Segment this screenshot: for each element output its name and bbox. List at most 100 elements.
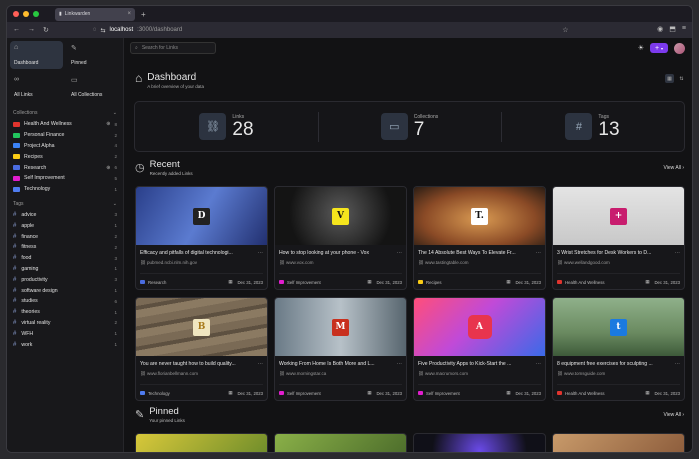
search-input[interactable]: ⌕ Search for Links (130, 42, 216, 54)
more-options-icon[interactable]: ··· (258, 250, 263, 256)
sidebar-collection-item[interactable]: Recipes 2 (7, 151, 123, 162)
link-collection[interactable]: Technology (140, 391, 170, 396)
sidebar-tag-item[interactable]: # theories 1 (7, 307, 123, 318)
recent-view-all-link[interactable]: View All › (664, 165, 684, 171)
link-thumbnail[interactable]: A (414, 298, 545, 356)
link-card[interactable]: M Working From Home Is Both More and L...… (274, 297, 407, 401)
link-title[interactable]: Efficacy and pitfalls of digital technol… (140, 250, 255, 256)
folder-icon: ▭ (71, 77, 78, 84)
new-tab-icon[interactable]: + (141, 10, 146, 19)
more-options-icon[interactable]: ··· (675, 361, 680, 367)
more-options-icon[interactable]: ··· (397, 250, 402, 256)
sidebar-tag-item[interactable]: # fitness 2 (7, 242, 123, 253)
extensions-icon[interactable]: ⬒ (669, 25, 676, 33)
link-title-row: The 14 Absolute Best Ways To Elevate Fr.… (414, 250, 545, 256)
menu-icon[interactable]: ≡ (682, 25, 686, 33)
sidebar-collection-item[interactable]: Technology 1 (7, 184, 123, 195)
sidebar-tag-item[interactable]: # virtual reality 2 (7, 318, 123, 329)
link-thumbnail[interactable]: M (275, 298, 406, 356)
link-thumbnail[interactable]: T. (414, 187, 545, 245)
link-collection[interactable]: Health And Wellness (557, 280, 605, 285)
link-collection[interactable]: Health And Wellness (557, 391, 605, 396)
link-thumbnail[interactable]: B (136, 298, 267, 356)
sidebar-collection-item[interactable]: Project Alpha 4 (7, 141, 123, 152)
more-options-icon[interactable]: ··· (675, 250, 680, 256)
sidebar-tag-item[interactable]: # WFH 1 (7, 328, 123, 339)
back-icon[interactable]: ← (13, 26, 20, 34)
more-options-icon[interactable]: ··· (536, 361, 541, 367)
quick-nav-pinned[interactable]: ✎ Pinned (67, 41, 120, 69)
pinned-link-card[interactable] (413, 433, 546, 452)
minimize-window-button[interactable] (23, 11, 29, 17)
link-card[interactable]: t 8 equipment free exercises for sculptin… (552, 297, 685, 401)
more-options-icon[interactable]: ··· (397, 361, 402, 367)
pinned-link-card[interactable] (552, 433, 685, 452)
sidebar-collection-item[interactable]: Self Improvement 5 (7, 173, 123, 184)
sidebar-tag-item[interactable]: # software design 1 (7, 285, 123, 296)
close-tab-icon[interactable]: × (127, 11, 131, 17)
link-thumbnail[interactable]: + (553, 187, 684, 245)
link-collection[interactable]: Self Improvement (279, 280, 321, 285)
link-title[interactable]: 8 equipment free exercises for sculpting… (557, 361, 672, 367)
pinned-link-card[interactable] (135, 433, 268, 452)
link-title[interactable]: Working From Home Is Both More and L... (279, 361, 394, 367)
search-placeholder: Search for Links (141, 45, 178, 51)
link-collection[interactable]: Research (140, 280, 166, 285)
close-window-button[interactable] (13, 11, 19, 17)
link-thumbnail[interactable]: t (553, 298, 684, 356)
link-footer: Recipes ▦ Dec 31, 2023 (418, 273, 541, 285)
sidebar-collection-item[interactable]: Health And Wellness ⊕ 8 (7, 119, 123, 130)
address-field[interactable]: ◌ ⇆ localhost:3000/dashboard (93, 27, 182, 34)
pinned-link-card[interactable] (274, 433, 407, 452)
link-card[interactable]: A Five Productivity Apps to Kick-Start th… (413, 297, 546, 401)
forward-icon[interactable]: → (28, 26, 35, 34)
sidebar-collection-item[interactable]: Personal Finance 2 (7, 130, 123, 141)
quick-nav-all-links[interactable]: ∞ All Links (10, 73, 63, 101)
link-card[interactable]: D Efficacy and pitfalls of digital techno… (135, 186, 268, 290)
sidebar-tag-item[interactable]: # finance 2 (7, 231, 123, 242)
maximize-window-button[interactable] (33, 11, 39, 17)
add-link-button[interactable]: + ▾ (650, 43, 668, 53)
sidebar-tag-item[interactable]: # food 3 (7, 253, 123, 264)
link-thumbnail[interactable]: V (275, 187, 406, 245)
sidebar-tag-item[interactable]: # productivity 3 (7, 274, 123, 285)
link-collection[interactable]: Self Improvement (279, 391, 321, 396)
pin-icon: ✎ (71, 45, 77, 52)
list-view-icon[interactable]: ⇅ (677, 74, 686, 83)
bookmark-star-icon[interactable]: ☆ (562, 26, 568, 34)
link-card[interactable]: V How to stop looking at your phone - Vox… (274, 186, 407, 290)
grid-view-icon[interactable]: ▦ (665, 74, 674, 83)
link-title[interactable]: The 14 Absolute Best Ways To Elevate Fr.… (418, 250, 533, 256)
link-title[interactable]: You are never taught how to build qualit… (140, 361, 255, 367)
quick-nav-dashboard[interactable]: ⌂ Dashboard (10, 41, 63, 69)
more-options-icon[interactable]: ··· (536, 250, 541, 256)
date-text: Dec 31, 2023 (376, 390, 402, 396)
avatar[interactable] (674, 42, 685, 54)
link-title[interactable]: Five Productivity Apps to Kick-Start the… (418, 361, 533, 367)
sidebar-collection-item[interactable]: Research ⊕ 6 (7, 162, 123, 173)
tags-section-header[interactable]: Tags ⌄ (7, 201, 123, 207)
sidebar-tag-item[interactable]: # apple 1 (7, 220, 123, 231)
sidebar-tag-item[interactable]: # studies 6 (7, 296, 123, 307)
browser-tab[interactable]: ▮ Linkwarden × (55, 7, 135, 21)
sidebar-tag-item[interactable]: # work 1 (7, 339, 123, 350)
stat-value: 13 (598, 119, 620, 140)
link-card[interactable]: B You are never taught how to build quali… (135, 297, 268, 401)
sidebar-tag-item[interactable]: # gaming 1 (7, 264, 123, 275)
link-title[interactable]: How to stop looking at your phone - Vox (279, 250, 394, 256)
quick-nav-all-collections[interactable]: ▭ All Collections (67, 73, 120, 101)
shield-extension-icon[interactable]: ◉ (657, 25, 663, 33)
link-title[interactable]: 3 Wrist Stretches for Desk Workers to D.… (557, 250, 672, 256)
theme-toggle-icon[interactable]: ☀ (638, 44, 644, 52)
link-card[interactable]: +3 Wrist Stretches for Desk Workers to D… (552, 186, 685, 290)
link-thumbnail[interactable]: D (136, 187, 267, 245)
more-options-icon[interactable]: ··· (258, 361, 263, 367)
hash-icon: # (13, 287, 17, 294)
link-card[interactable]: T. The 14 Absolute Best Ways To Elevate F… (413, 186, 546, 290)
collections-section-header[interactable]: Collections ⌄ (7, 110, 123, 116)
reload-icon[interactable]: ↻ (43, 26, 49, 34)
pinned-view-all-link[interactable]: View All › (664, 412, 684, 418)
link-collection[interactable]: Self Improvement (418, 391, 460, 396)
sidebar-tag-item[interactable]: # advice 3 (7, 210, 123, 221)
link-collection[interactable]: Recipes (418, 280, 442, 285)
